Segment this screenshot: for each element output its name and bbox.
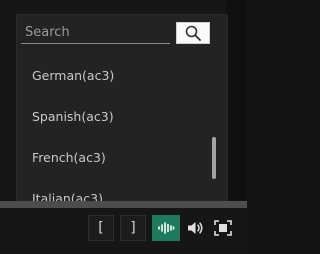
progress-track[interactable]: [0, 201, 247, 208]
search-icon: [185, 25, 201, 41]
search-bar: [21, 22, 210, 46]
mark-in-label: [: [98, 220, 104, 236]
mark-in-button[interactable]: [: [88, 215, 114, 241]
list-item[interactable]: German(ac3): [17, 55, 209, 96]
audio-track-menu: German(ac3) Spanish(ac3) French(ac3) Ita…: [16, 14, 228, 206]
scrollbar-thumb[interactable]: [212, 137, 216, 179]
audio-track-button[interactable]: [152, 215, 180, 241]
mark-out-button[interactable]: ]: [120, 215, 146, 241]
search-button[interactable]: [176, 22, 210, 44]
volume-icon: [188, 222, 203, 234]
list-item[interactable]: Spanish(ac3): [17, 96, 209, 137]
fullscreen-button[interactable]: [210, 215, 236, 241]
fullscreen-icon: [214, 220, 232, 236]
mark-out-label: ]: [130, 220, 136, 236]
search-input[interactable]: [21, 22, 170, 44]
audio-waveform-icon: [158, 222, 175, 234]
right-edge: [226, 0, 247, 200]
volume-button[interactable]: [182, 215, 208, 241]
list-item[interactable]: French(ac3): [17, 137, 209, 178]
audio-track-list: German(ac3) Spanish(ac3) French(ac3) Ita…: [17, 55, 209, 205]
